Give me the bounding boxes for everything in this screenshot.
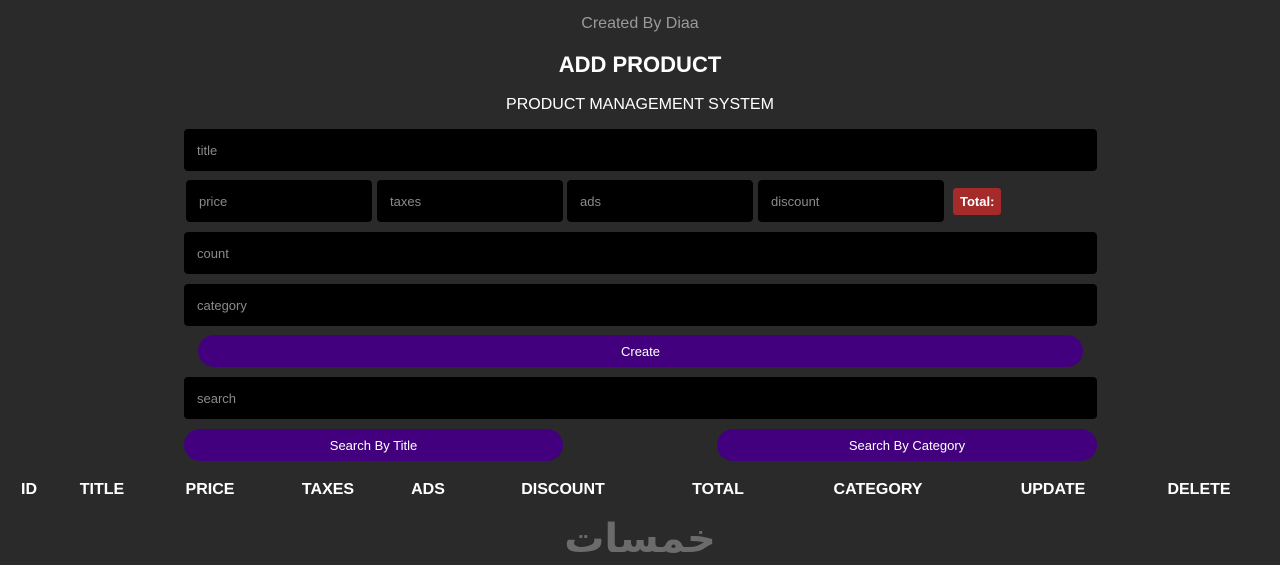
column-header-ads: ADS: [411, 481, 445, 498]
count-input[interactable]: [184, 232, 1097, 274]
column-header-price: PRICE: [185, 481, 235, 498]
column-header-discount: DISCOUNT: [521, 481, 605, 498]
column-header-delete: DELETE: [1167, 481, 1231, 498]
page-subtitle: PRODUCT MANAGEMENT SYSTEM: [506, 96, 774, 113]
taxes-input[interactable]: [377, 180, 563, 222]
ads-input[interactable]: [567, 180, 753, 222]
create-button[interactable]: Create: [198, 335, 1083, 367]
search-by-category-button[interactable]: Search By Category: [717, 429, 1097, 461]
search-input[interactable]: [184, 377, 1097, 419]
column-header-title: TITLE: [79, 481, 125, 498]
category-input[interactable]: [184, 284, 1097, 326]
column-header-update: UPDATE: [1020, 481, 1086, 498]
credit-text: Created By Diaa: [581, 15, 699, 32]
watermark-logo: خمسات: [564, 516, 716, 562]
discount-input[interactable]: [758, 180, 944, 222]
price-input[interactable]: [186, 180, 372, 222]
search-by-title-button[interactable]: Search By Title: [184, 429, 563, 461]
total-badge: Total:: [953, 188, 1002, 215]
column-header-id: ID: [21, 481, 37, 498]
column-header-category: CATEGORY: [833, 481, 923, 498]
page-title: ADD PRODUCT: [558, 52, 722, 77]
title-input[interactable]: [184, 129, 1097, 171]
page: Created By Diaa ADD PRODUCT PRODUCT MANA…: [0, 0, 1280, 565]
table-header: ID TITLE PRICE TAXES ADS DISCOUNT TOTAL …: [0, 481, 1280, 501]
column-header-total: TOTAL: [692, 481, 744, 498]
column-header-taxes: TAXES: [301, 481, 355, 498]
